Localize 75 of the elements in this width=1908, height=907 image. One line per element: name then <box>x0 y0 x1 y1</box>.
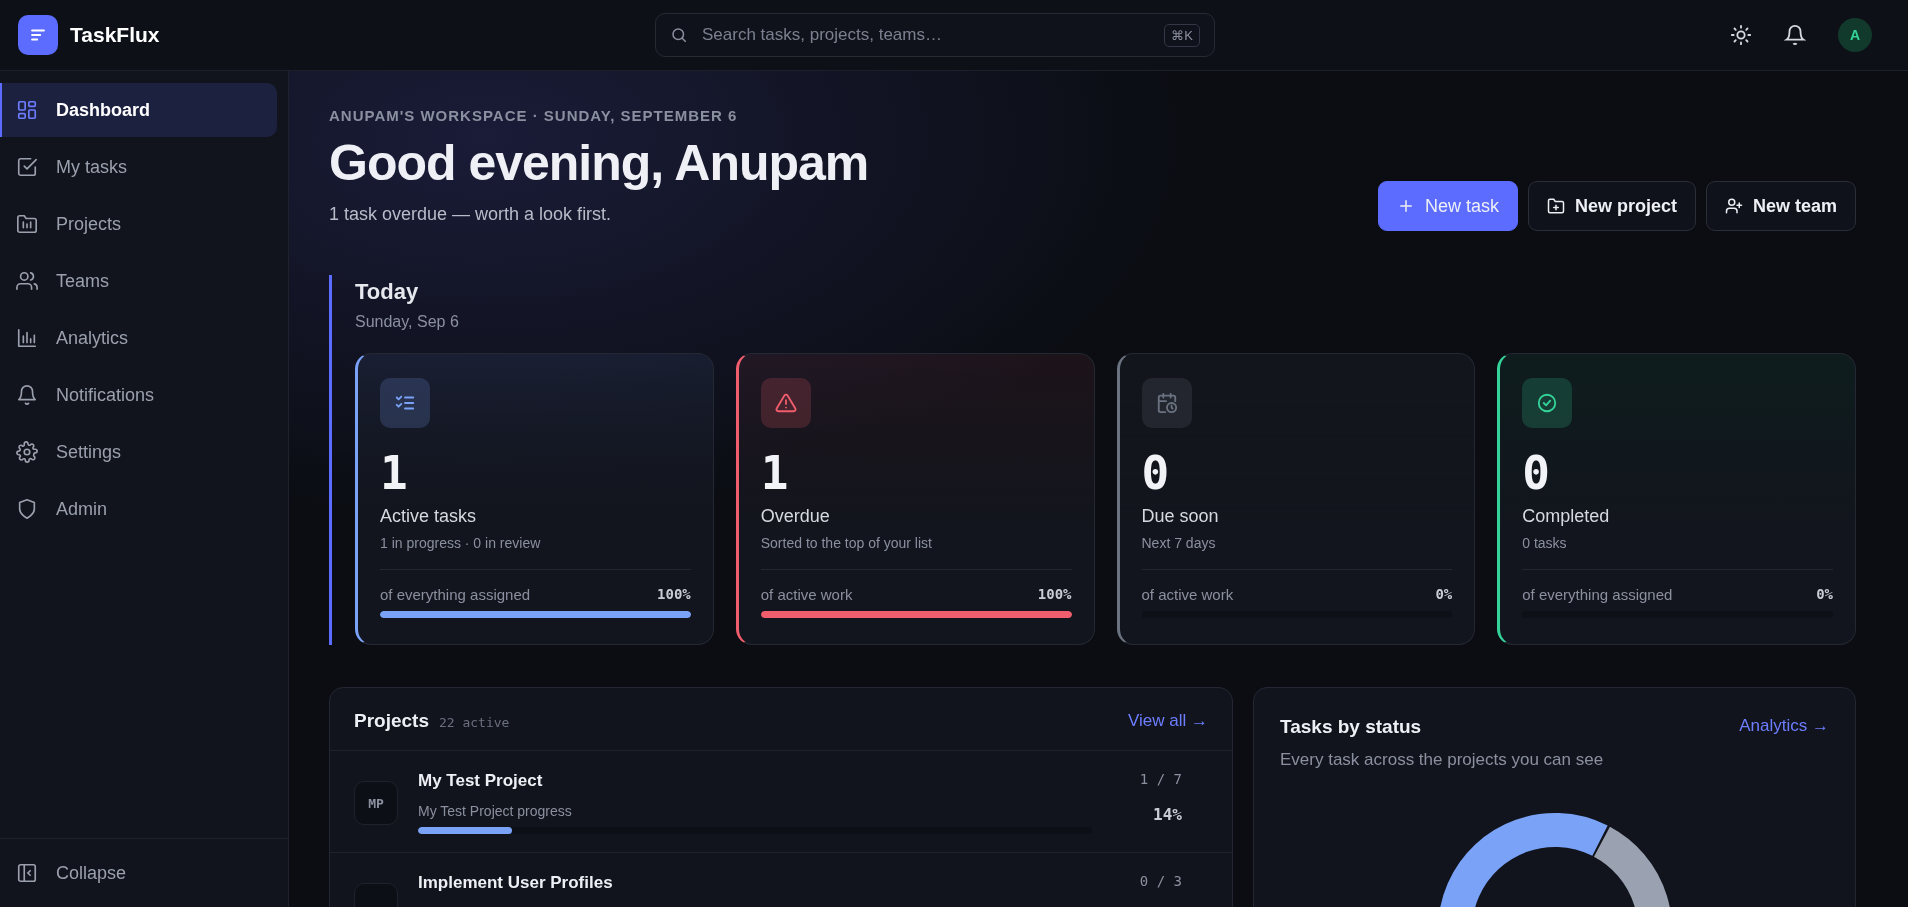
keyboard-shortcut: ⌘K <box>1164 23 1200 47</box>
user-avatar[interactable]: A <box>1838 18 1872 52</box>
folder-plus-icon <box>1546 197 1565 215</box>
grid-icon <box>16 99 38 121</box>
sidebar-item[interactable]: Admin <box>0 482 277 536</box>
sidebar-item[interactable]: Analytics <box>0 311 277 365</box>
project-percent: 14% <box>1153 805 1182 824</box>
shield-icon <box>16 498 38 520</box>
section-title: Today <box>355 279 420 305</box>
warning-icon <box>760 378 811 428</box>
app-name: TaskFlux <box>70 23 160 47</box>
stat-percent: 0% <box>1816 586 1833 603</box>
stat-label: Active tasks <box>380 506 478 527</box>
calendar-clock-icon <box>1141 378 1192 428</box>
new-team-button[interactable]: New team <box>1705 181 1856 231</box>
stat-caption: of active work <box>1141 586 1234 603</box>
search-icon <box>670 26 688 44</box>
stat-detail: Sorted to the top of your list <box>760 535 933 551</box>
collapse-button[interactable]: Collapse <box>0 838 288 907</box>
sidebar-item[interactable]: Teams <box>0 254 277 308</box>
checklist-icon <box>380 378 430 428</box>
search-bar[interactable]: Search tasks, projects, teams… ⌘K <box>655 13 1215 57</box>
stat-caption: of active work <box>760 586 853 603</box>
panel-title: Tasks by status <box>1280 716 1422 738</box>
sun-icon[interactable] <box>1730 24 1752 46</box>
project-count: 22 active <box>439 715 510 730</box>
logo-icon[interactable] <box>18 15 58 55</box>
view-all-link[interactable]: View all → <box>1128 711 1208 731</box>
overdue-summary: 1 task overdue — worth a look first. <box>329 204 613 225</box>
search-input[interactable]: Search tasks, projects, teams… <box>700 24 1153 46</box>
collapse-icon <box>16 862 38 884</box>
project-name: My Test Project <box>418 771 544 791</box>
users-icon <box>16 270 38 292</box>
new-project-button[interactable]: New project <box>1527 181 1696 231</box>
greeting-title: Good evening, Anupam <box>329 134 869 192</box>
stat-detail: 0 tasks <box>1522 535 1568 551</box>
stat-label: Completed <box>1522 506 1611 527</box>
project-row[interactable]: Implement User Profiles 0 / 3 <box>330 853 1232 907</box>
sidebar-item[interactable]: My tasks <box>0 140 277 194</box>
stat-label: Overdue <box>760 506 831 527</box>
panel-title: Projects <box>354 710 429 732</box>
settings-icon <box>16 441 38 463</box>
analytics-link[interactable]: Analytics → <box>1739 716 1829 738</box>
project-row[interactable]: MP My Test Project My Test Project progress 1 / 7 14% <box>330 751 1232 853</box>
sidebar-item[interactable]: Settings <box>0 425 277 479</box>
stat-percent: 100% <box>1037 586 1072 603</box>
stat-detail: 1 in progress · 0 in review <box>380 535 542 551</box>
stat-detail: Next 7 days <box>1141 535 1217 551</box>
stat-caption: of everything assigned <box>380 586 531 603</box>
stat-percent: 0% <box>1435 586 1453 603</box>
task-count: 1 / 7 <box>1139 771 1182 787</box>
sidebar-item[interactable]: Notifications <box>0 368 277 422</box>
user-plus-icon <box>1724 197 1743 215</box>
task-count: 0 / 3 <box>1139 873 1182 889</box>
stat-label: Due soon <box>1141 506 1220 527</box>
project-subtitle: My Test Project progress <box>418 803 573 819</box>
project-name: Implement User Profiles <box>418 873 614 893</box>
checkbox-icon <box>16 156 38 178</box>
workspace-date: ANUPAM'S WORKSPACE · SUNDAY, SEPTEMBER 6 <box>329 107 739 124</box>
today-date: Sunday, Sep 6 <box>355 313 460 331</box>
sidebar-item[interactable]: Projects <box>0 197 277 251</box>
sidebar-item[interactable]: Dashboard <box>0 83 277 137</box>
stat-percent: 100% <box>657 586 691 603</box>
stat-value: 1 <box>760 446 790 500</box>
folder-icon <box>16 213 38 235</box>
stat-caption: of everything assigned <box>1522 586 1673 603</box>
bar-chart-icon <box>16 327 38 349</box>
stat-value: 0 <box>1522 446 1551 500</box>
project-avatar: MP <box>354 781 398 825</box>
new-task-button[interactable]: New task <box>1377 181 1518 231</box>
panel-subtitle: Every task across the projects you can see <box>1279 749 1605 770</box>
stat-value: 0 <box>1141 446 1171 500</box>
bell-icon[interactable] <box>1784 24 1806 46</box>
bell-icon <box>16 384 38 406</box>
stat-value: 1 <box>380 446 409 500</box>
